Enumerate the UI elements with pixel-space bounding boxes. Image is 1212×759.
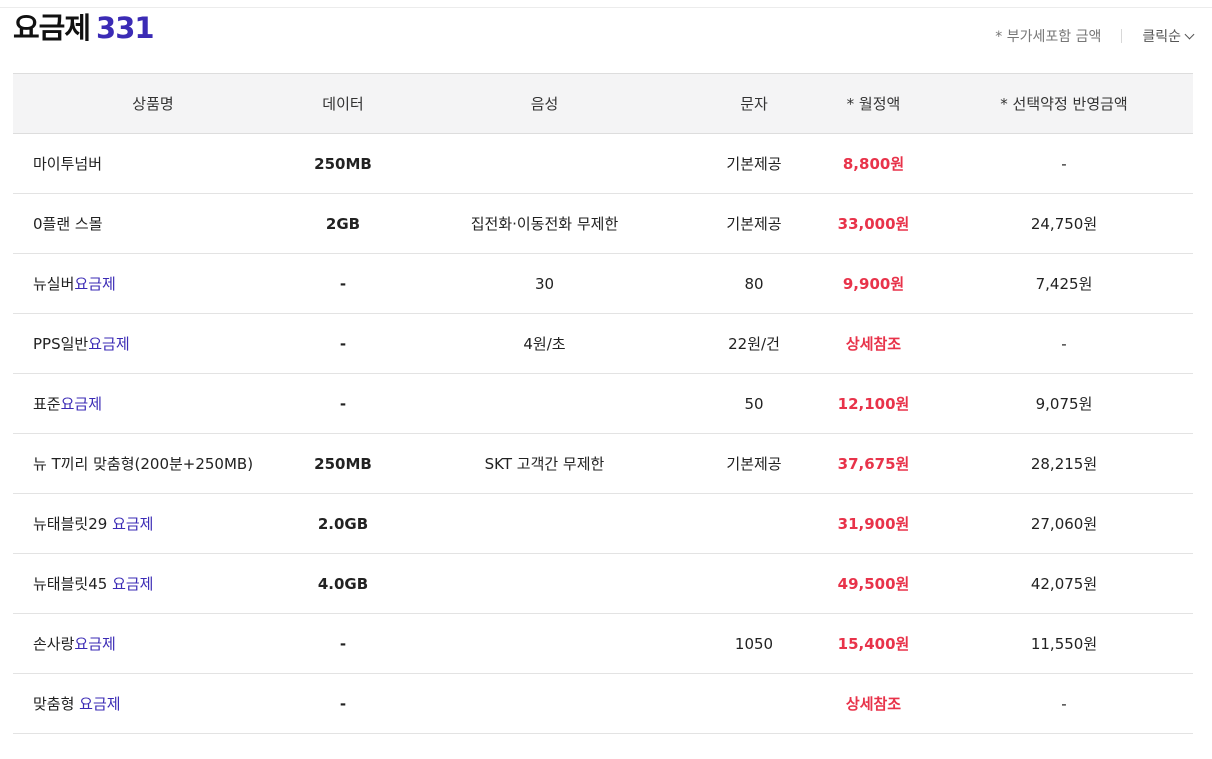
- plan-sms: 50: [696, 373, 812, 434]
- table-row[interactable]: 뉴태블릿45 요금제 4.0GB 49,500원 42,075원: [13, 553, 1193, 614]
- col-header-name: 상품명: [13, 73, 293, 134]
- plan-data: 250MB: [293, 133, 393, 194]
- plan-name[interactable]: 손사랑요금제: [13, 613, 293, 674]
- plan-voice: 4원/초: [393, 313, 696, 374]
- plan-voice: 30: [393, 253, 696, 314]
- plan-name[interactable]: PPS일반요금제: [13, 313, 293, 374]
- plan-sms: 기본제공: [696, 133, 812, 194]
- plan-discount: 24,750원: [935, 193, 1193, 254]
- col-header-voice: 음성: [393, 73, 696, 134]
- plan-table: 상품명 데이터 음성 문자 * 월정액 * 선택약정 반영금액 마이투넘버 25…: [13, 73, 1193, 734]
- plan-data: 4.0GB: [293, 553, 393, 614]
- plan-name[interactable]: 마이투넘버: [13, 133, 293, 194]
- col-header-sms: 문자: [696, 73, 812, 134]
- page-title-text: 요금제: [13, 11, 91, 45]
- table-row[interactable]: PPS일반요금제 - 4원/초 22원/건 상세참조 -: [13, 313, 1193, 374]
- plan-price: 33,000원: [812, 193, 935, 254]
- plan-name[interactable]: 맞춤형 요금제: [13, 673, 293, 734]
- plan-voice: [393, 373, 696, 434]
- plan-name[interactable]: 뉴태블릿45 요금제: [13, 553, 293, 614]
- table-row[interactable]: 0플랜 스몰 2GB 집전화·이동전화 무제한 기본제공 33,000원 24,…: [13, 193, 1193, 254]
- plan-voice: [393, 133, 696, 194]
- plan-data: -: [293, 253, 393, 314]
- plan-discount: 7,425원: [935, 253, 1193, 314]
- plan-voice: 집전화·이동전화 무제한: [393, 193, 696, 254]
- plan-name[interactable]: 뉴 T끼리 맞춤형(200분+250MB): [13, 433, 293, 494]
- vat-note: * 부가세포함 금액: [995, 29, 1102, 45]
- col-header-data: 데이터: [293, 73, 393, 134]
- plan-price: 15,400원: [812, 613, 935, 674]
- plan-discount: -: [935, 313, 1193, 374]
- plan-sms: [696, 673, 812, 734]
- plan-sms: 1050: [696, 613, 812, 674]
- table-row[interactable]: 뉴 T끼리 맞춤형(200분+250MB) 250MB SKT 고객간 무제한 …: [13, 433, 1193, 494]
- table-row[interactable]: 표준요금제 - 50 12,100원 9,075원: [13, 373, 1193, 434]
- plan-name[interactable]: 뉴태블릿29 요금제: [13, 493, 293, 554]
- plan-data: 250MB: [293, 433, 393, 494]
- plan-sms: 기본제공: [696, 193, 812, 254]
- plan-discount: 27,060원: [935, 493, 1193, 554]
- plan-discount: -: [935, 133, 1193, 194]
- plan-discount: 11,550원: [935, 613, 1193, 674]
- plan-data: -: [293, 313, 393, 374]
- col-header-discount: * 선택약정 반영금액: [935, 73, 1193, 134]
- plan-discount: 42,075원: [935, 553, 1193, 614]
- plan-price: 49,500원: [812, 553, 935, 614]
- plan-sms: [696, 493, 812, 554]
- sort-label: 클릭순: [1142, 29, 1181, 45]
- plan-voice: [393, 553, 696, 614]
- plan-data: 2GB: [293, 193, 393, 254]
- plan-price: 9,900원: [812, 253, 935, 314]
- table-row[interactable]: 손사랑요금제 - 1050 15,400원 11,550원: [13, 613, 1193, 674]
- table-row[interactable]: 마이투넘버 250MB 기본제공 8,800원 -: [13, 133, 1193, 194]
- top-divider: [0, 7, 1212, 8]
- plan-discount: 28,215원: [935, 433, 1193, 494]
- plan-data: -: [293, 373, 393, 434]
- plan-price: 상세참조: [812, 313, 935, 374]
- sort-dropdown[interactable]: 클릭순: [1142, 26, 1195, 46]
- header-tools: * 부가세포함 금액 클릭순: [995, 26, 1195, 46]
- plan-data: 2.0GB: [293, 493, 393, 554]
- plan-discount: -: [935, 673, 1193, 734]
- plan-price: 상세참조: [812, 673, 935, 734]
- table-row[interactable]: 뉴태블릿29 요금제 2.0GB 31,900원 27,060원: [13, 493, 1193, 554]
- plan-name[interactable]: 뉴실버요금제: [13, 253, 293, 314]
- plan-sms: 기본제공: [696, 433, 812, 494]
- plan-price: 8,800원: [812, 133, 935, 194]
- plan-name[interactable]: 표준요금제: [13, 373, 293, 434]
- plan-data: -: [293, 613, 393, 674]
- plan-name[interactable]: 0플랜 스몰: [13, 193, 293, 254]
- table-row[interactable]: 뉴실버요금제 - 30 80 9,900원 7,425원: [13, 253, 1193, 314]
- plan-sms: 22원/건: [696, 313, 812, 374]
- plan-sms: 80: [696, 253, 812, 314]
- page-header: 요금제 331 * 부가세포함 금액 클릭순: [13, 10, 1195, 62]
- table-body: 마이투넘버 250MB 기본제공 8,800원 - 0플랜 스몰 2GB 집전화…: [13, 133, 1193, 734]
- plan-sms: [696, 553, 812, 614]
- page-title: 요금제 331: [13, 10, 155, 46]
- plan-price: 12,100원: [812, 373, 935, 434]
- plan-voice: [393, 613, 696, 674]
- header-divider: [1121, 29, 1123, 43]
- plan-discount: 9,075원: [935, 373, 1193, 434]
- col-header-price: * 월정액: [812, 73, 935, 134]
- table-row[interactable]: 맞춤형 요금제 - 상세참조 -: [13, 673, 1193, 734]
- plan-price: 31,900원: [812, 493, 935, 554]
- plan-price: 37,675원: [812, 433, 935, 494]
- plan-data: -: [293, 673, 393, 734]
- plan-voice: [393, 673, 696, 734]
- chevron-down-icon: [1184, 29, 1195, 39]
- plan-voice: [393, 493, 696, 554]
- table-header: 상품명 데이터 음성 문자 * 월정액 * 선택약정 반영금액: [13, 73, 1193, 134]
- plan-voice: SKT 고객간 무제한: [393, 433, 696, 494]
- plan-count: 331: [96, 11, 155, 45]
